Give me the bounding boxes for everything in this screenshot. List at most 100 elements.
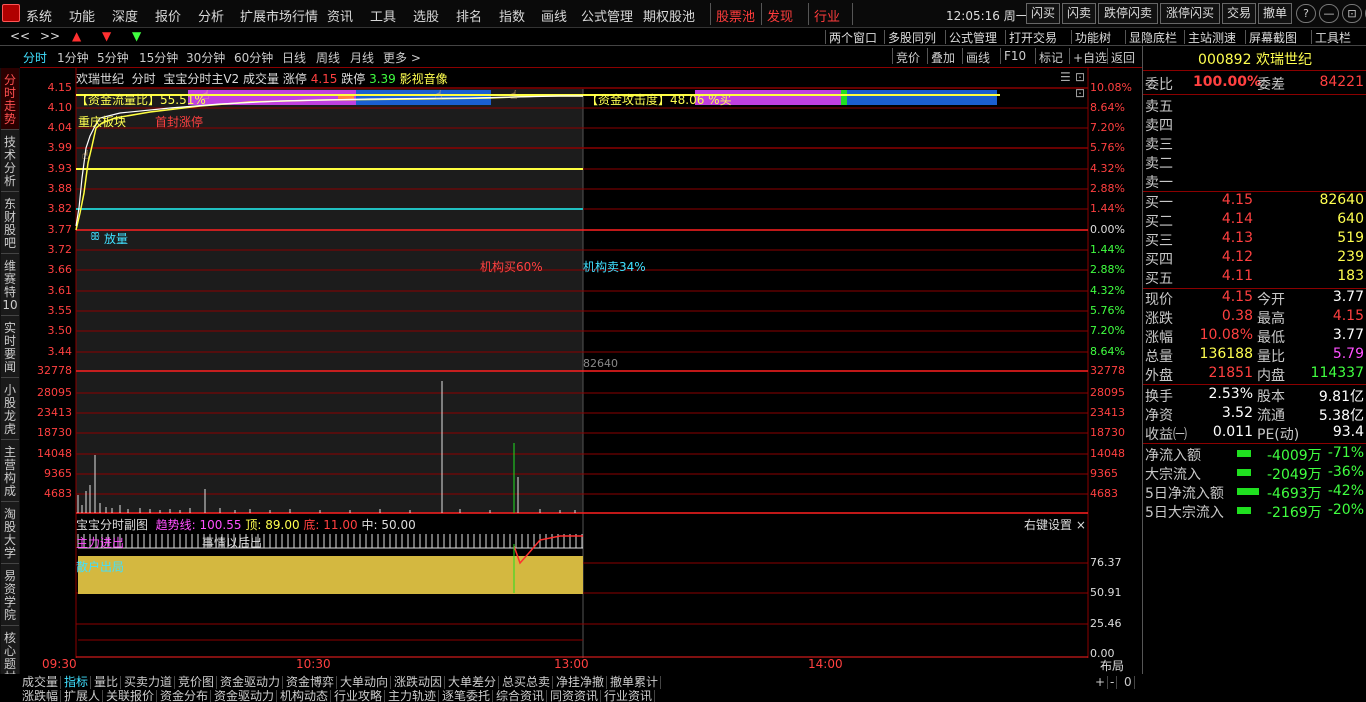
period-tab[interactable]: 更多 >: [383, 49, 421, 66]
toolbar-item[interactable]: 工具栏: [1315, 29, 1351, 46]
chart-tool[interactable]: +自选: [1073, 49, 1107, 66]
trade-button[interactable]: 闪卖: [1062, 3, 1096, 24]
layout-button[interactable]: 布局: [1100, 657, 1124, 674]
bottom-tab-row2[interactable]: 涨跌幅: [20, 690, 62, 702]
chart-tool[interactable]: 标记: [1039, 49, 1063, 66]
down-arrow-icon[interactable]: ▼: [102, 29, 111, 43]
menu-item[interactable]: 排名: [456, 6, 482, 25]
prev-stock-icon[interactable]: <<: [10, 29, 30, 43]
period-tab[interactable]: 日线: [282, 49, 306, 66]
bottom-tab[interactable]: 成交量: [20, 676, 62, 689]
menu-item[interactable]: 公式管理: [581, 6, 633, 25]
bottom-tab-row2[interactable]: 行业资讯: [602, 690, 656, 702]
sub-chart-title[interactable]: 宝宝分时副图: [76, 518, 148, 532]
chart-tool[interactable]: 画线: [966, 49, 990, 66]
bottom-tab[interactable]: 量比: [92, 676, 122, 689]
bottom-tab-row2[interactable]: 行业攻略: [332, 690, 386, 702]
menu-item[interactable]: 资讯: [327, 6, 353, 25]
menu-item[interactable]: 选股: [413, 6, 439, 25]
menu-item[interactable]: 功能: [69, 6, 95, 25]
bottom-tab[interactable]: 买卖力道: [122, 676, 176, 689]
right-click-settings[interactable]: 右键设置 ×: [1024, 516, 1086, 533]
bottom-tab[interactable]: 撤单累计: [608, 676, 662, 689]
bottom-tab[interactable]: 竞价图: [176, 676, 218, 689]
bottom-tab[interactable]: 指标: [62, 676, 92, 689]
menu-item[interactable]: 指数: [499, 6, 525, 25]
sidebar-tab[interactable]: 易资学院: [1, 564, 19, 626]
menu-item[interactable]: 画线: [541, 6, 567, 25]
sidebar-tab[interactable]: 维赛特10: [1, 254, 19, 316]
sidebar-tab[interactable]: 技术分析: [1, 130, 19, 192]
bottom-tab-row2[interactable]: 扩展人: [62, 690, 104, 702]
chart-tool[interactable]: F10: [1004, 49, 1026, 63]
bottom-tab-row2[interactable]: 资金分布: [158, 690, 212, 702]
chart-restore-icon[interactable]: ⊡: [1075, 70, 1085, 84]
trade-button[interactable]: 涨停闪买: [1160, 3, 1220, 24]
next-stock-icon[interactable]: >>: [40, 29, 60, 43]
trade-button[interactable]: 跌停闪卖: [1098, 3, 1158, 24]
indicator-name[interactable]: 宝宝分时主V2: [163, 72, 239, 86]
bottom-tab[interactable]: 大单动向: [338, 676, 392, 689]
bottom-tab[interactable]: 涨跌动因: [392, 676, 446, 689]
sidebar-tab[interactable]: 东财股吧: [1, 192, 19, 254]
sidebar-tab[interactable]: 小股龙虎: [1, 378, 19, 440]
intraday-chart[interactable]: 欢瑞世纪 分时 宝宝分时主V2 成交量 涨停 4.15 跌停 3.39 影视音像…: [20, 68, 1142, 688]
bottom-tab-row2[interactable]: 同资资讯: [548, 690, 602, 702]
bottom-tab-row2[interactable]: 资金驱动力: [212, 690, 278, 702]
chart-restore-icon-2[interactable]: ⊡: [1075, 86, 1085, 100]
menu-item[interactable]: 系统: [26, 6, 52, 25]
trade-button[interactable]: 撤单: [1258, 3, 1292, 24]
period-tab[interactable]: 15分钟: [139, 49, 178, 66]
up-arrow-icon[interactable]: ▲: [72, 29, 81, 43]
period-tab[interactable]: 周线: [316, 49, 340, 66]
period-tab[interactable]: 30分钟: [186, 49, 225, 66]
sidebar-tab[interactable]: 淘股大学: [1, 502, 19, 564]
toolbar-item[interactable]: 功能树: [1075, 29, 1111, 46]
period-tab[interactable]: 1分钟: [57, 49, 89, 66]
menu-item[interactable]: 工具: [370, 6, 396, 25]
sidebar-tab[interactable]: 分时走势: [1, 68, 19, 130]
menu-item[interactable]: 分析: [198, 6, 224, 25]
bottom-tab[interactable]: 资金博弈: [284, 676, 338, 689]
help-icon[interactable]: ?: [1296, 4, 1316, 23]
bottom-tab[interactable]: 净挂净撤: [554, 676, 608, 689]
bottom-tab-row2[interactable]: 关联报价: [104, 690, 158, 702]
toolbar-item[interactable]: 显隐底栏: [1129, 29, 1177, 46]
menu-item[interactable]: 报价: [155, 6, 181, 25]
trade-button[interactable]: 闪买: [1026, 3, 1060, 24]
bottom-tab-row2[interactable]: 机构动态: [278, 690, 332, 702]
chart-menu-icon[interactable]: ☰: [1060, 70, 1071, 84]
bottom-tab-row2[interactable]: 逐笔委托: [440, 690, 494, 702]
bottom-tab[interactable]: 总买总卖: [500, 676, 554, 689]
bottom-tab-row2[interactable]: 主力轨迹: [386, 690, 440, 702]
chart-tool[interactable]: 竞价: [896, 49, 920, 66]
period-tab[interactable]: 分时: [23, 49, 47, 66]
down-arrow-green-icon[interactable]: ▼: [132, 29, 141, 43]
trade-button[interactable]: 交易: [1222, 3, 1256, 24]
bottom-tab[interactable]: 大单差分: [446, 676, 500, 689]
zoom-button[interactable]: 0: [1122, 676, 1135, 689]
restore-icon[interactable]: ⊡: [1342, 4, 1362, 23]
chart-tool[interactable]: 返回: [1111, 49, 1135, 66]
toolbar-item[interactable]: 两个窗口: [829, 29, 877, 46]
zoom-button[interactable]: +: [1093, 676, 1109, 689]
menu-item[interactable]: 扩展市场行情: [240, 6, 318, 25]
sidebar-tab[interactable]: 实时要闻: [1, 316, 19, 378]
menu-item-highlight[interactable]: 股票池: [716, 6, 755, 25]
toolbar-item[interactable]: 屏幕截图: [1249, 29, 1297, 46]
bottom-tab-row2[interactable]: 综合资讯: [494, 690, 548, 702]
toolbar-item[interactable]: 主站测速: [1188, 29, 1236, 46]
sidebar-tab[interactable]: 主营构成: [1, 440, 19, 502]
menu-item-highlight[interactable]: 发现: [767, 6, 793, 25]
sector-media[interactable]: 影视音像: [400, 72, 448, 86]
menu-item[interactable]: 深度: [112, 6, 138, 25]
toolbar-item[interactable]: 公式管理: [949, 29, 997, 46]
menu-item[interactable]: 期权股池: [643, 6, 695, 25]
toolbar-item[interactable]: 打开交易: [1009, 29, 1057, 46]
bottom-tab[interactable]: 资金驱动力: [218, 676, 284, 689]
zoom-button[interactable]: -: [1108, 676, 1118, 689]
period-tab[interactable]: 60分钟: [234, 49, 273, 66]
period-tab[interactable]: 月线: [350, 49, 374, 66]
menu-item-highlight[interactable]: 行业: [814, 6, 840, 25]
chart-tool[interactable]: 叠加: [931, 49, 955, 66]
